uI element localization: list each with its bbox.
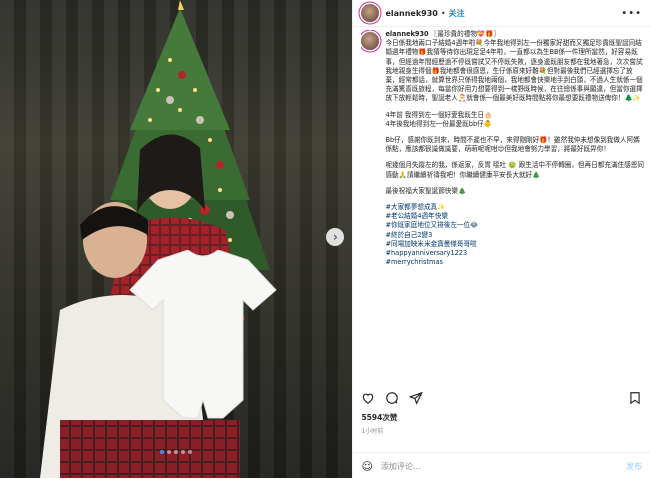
carousel-dots	[160, 450, 193, 454]
caption-paragraph: 〖最珍貴的禮物💝🎁〗 今日係我地兩口子結婚4週年啦💐今年我地得到左一份獨家好甜而…	[385, 30, 643, 103]
post-photo[interactable]: ›	[0, 0, 353, 478]
post-header: elannek930 • 关注 •••	[353, 0, 650, 27]
carousel-dot	[188, 450, 193, 454]
likes-count[interactable]: 5594次赞	[361, 412, 397, 423]
carousel-dot	[181, 450, 186, 454]
heart-icon[interactable]	[361, 391, 375, 405]
comment-icon[interactable]	[385, 391, 399, 405]
post-side-panel: elannek930 • 关注 ••• elannek930 〖最珍貴的禮物💝🎁…	[352, 0, 650, 478]
caption-username[interactable]: elannek930	[385, 30, 428, 38]
hashtag[interactable]: #merrychristmas	[385, 258, 644, 267]
post-comment-button[interactable]: 发布	[626, 461, 642, 472]
carousel-dot-active	[160, 450, 165, 454]
action-bar	[361, 388, 642, 408]
share-icon[interactable]	[409, 391, 424, 405]
caption-avatar[interactable]	[361, 32, 380, 50]
comment-bar: ☺ 添加评论... 发布	[353, 452, 650, 479]
caption-paragraph: Bb仔，感謝你既到來，時間不遲也不早，來得剛剛好🎁！雖然我仲未想像到我做人阿媽係…	[385, 136, 640, 154]
comment-input[interactable]: 添加评论...	[381, 461, 421, 472]
hashtag-list: #大家都夢想成真✨ #老公結婚4週年快樂 #你既家庭地位又排後左一位😂 #終於自…	[385, 203, 644, 267]
baby-onesie	[129, 250, 277, 419]
bookmark-icon[interactable]	[628, 391, 642, 405]
hashtag[interactable]: #大家都夢想成真✨	[385, 203, 644, 212]
caption-paragraph: 最後祝福大家聖誕節快樂🎄	[385, 186, 467, 195]
caption: elannek930 〖最珍貴的禮物💝🎁〗 今日係我地兩口子結婚4週年啦💐今年我…	[361, 30, 644, 385]
separator-dot: •	[440, 8, 446, 18]
hashtag[interactable]: #終於自己2變3	[385, 231, 644, 240]
caption-paragraph: 呢幾個月失蹤左的我，係返家，反胃 噁吐 🤢 跟生活中不停轉圈，但再日都充滿住感恩…	[385, 161, 644, 179]
follow-button[interactable]: 关注	[449, 8, 465, 19]
emoji-icon[interactable]: ☺	[361, 460, 372, 473]
caption-paragraph: 4年前 我得到左一個好愛我既生日🎂 4年後我地得到左一份最愛既bb仔👶	[385, 110, 493, 128]
username-link[interactable]: elannek930	[385, 9, 437, 18]
hashtag[interactable]: #你既家庭地位又排後左一位😂	[385, 221, 644, 230]
carousel-dot	[174, 450, 179, 454]
ellipsis-icon[interactable]: •••	[621, 8, 642, 19]
hashtag[interactable]: #同場加映米米金寶曼傑哥哥啦	[385, 240, 644, 249]
avatar[interactable]	[361, 4, 380, 22]
carousel-dot	[167, 450, 172, 454]
post-time: 1小时前	[361, 428, 384, 435]
hashtag[interactable]: #happyanniversary1223	[385, 249, 644, 258]
